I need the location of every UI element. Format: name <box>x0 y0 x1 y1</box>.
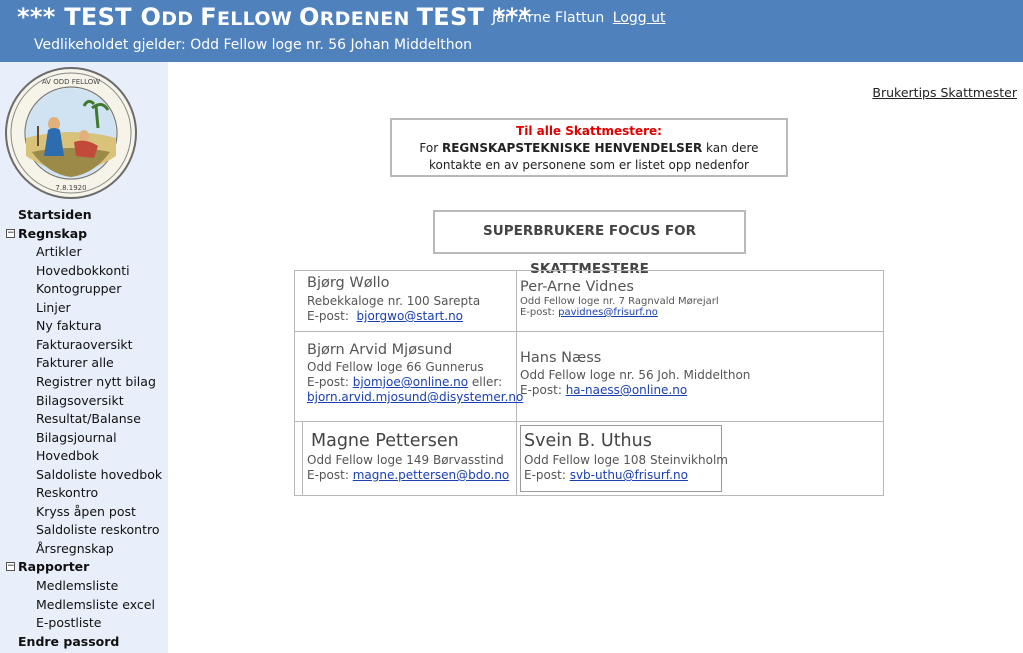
contact-name: Hans Næss <box>520 350 602 366</box>
sidebar-item-registrer-nytt-bilag[interactable]: Registrer nytt bilag <box>36 373 156 391</box>
sidebar-item-startsiden[interactable]: Startsiden <box>18 206 92 224</box>
contact-card: Bjørg Wøllo Rebekkaloge nr. 100 Sarepta … <box>295 275 516 323</box>
notice-text: For REGNSKAPSTEKNISKE HENVENDELSER kan d… <box>419 141 759 172</box>
sidebar-item-resultat-balanse[interactable]: Resultat/Balanse <box>36 410 141 428</box>
contact-email-link[interactable]: bjorgwo@start.no <box>357 309 464 323</box>
sidebar-item-label: Artikler <box>36 244 82 260</box>
app-title: *** TEST ODD FELLOW ORDENEN TEST *** <box>17 3 532 31</box>
svg-text:7.8.1920: 7.8.1920 <box>55 184 86 192</box>
sidebar-item-medlemsliste[interactable]: Medlemsliste <box>36 577 118 595</box>
contact-email-line: E-post: bjomjoe@online.no eller: <box>307 375 503 389</box>
sidebar-item-label: Resultat/Balanse <box>36 411 141 427</box>
contact-name: Bjørg Wøllo <box>307 275 390 291</box>
sidebar-item-label: Endre passord <box>18 633 120 649</box>
user-name: Jan Arne Flattun <box>492 10 605 26</box>
svg-text:AV ODD FELLOW: AV ODD FELLOW <box>42 78 100 86</box>
sidebar-item-fakturaoversikt[interactable]: Fakturaoversikt <box>36 336 133 354</box>
sidebar-item-kryss-åpen-post[interactable]: Kryss åpen post <box>36 503 136 521</box>
sidebar-item-artikler[interactable]: Artikler <box>36 243 82 261</box>
notice-title: Til alle Skattmestere: <box>516 124 662 138</box>
sidebar-item-hovedbok[interactable]: Hovedbok <box>36 447 99 465</box>
collapse-toggle-icon[interactable]: − <box>6 228 15 238</box>
sidebar-item-bilagsoversikt[interactable]: Bilagsoversikt <box>36 392 124 410</box>
sidebar-item-label: Fakturer alle <box>36 355 114 371</box>
sidebar: AV ODD FELLOW 7.8.1920 Startsiden − Regnsk… <box>0 62 168 653</box>
contact-card: Hans Næss Odd Fellow loge nr. 56 Joh. Mi… <box>517 350 883 397</box>
sidebar-item-linjer[interactable]: Linjer <box>36 299 71 317</box>
sidebar-item-label: Fakturaoversikt <box>36 336 133 352</box>
sidebar-item-label: Linjer <box>36 299 71 315</box>
contact-email-link[interactable]: bjomjoe@online.no <box>353 375 468 389</box>
app-header: *** TEST ODD FELLOW ORDENEN TEST *** Jan… <box>0 0 1023 62</box>
logout-link[interactable]: Logg ut <box>613 10 666 26</box>
sidebar-item-rapporter[interactable]: − Rapporter <box>6 558 90 576</box>
contact-org: Odd Fellow loge 108 Steinvikholm <box>524 453 728 467</box>
contact-org: Odd Fellow loge 66 Gunnerus <box>307 360 484 374</box>
contact-email-line: E-post: ha-naess@online.no <box>520 383 688 397</box>
sidebar-item-medlemsliste-excel[interactable]: Medlemsliste excel <box>36 596 155 614</box>
sidebar-item-reskontro[interactable]: Reskontro <box>36 484 98 502</box>
sidebar-item-label: Saldoliste hovedbok <box>36 466 163 482</box>
sidebar-item-label: Hovedbok <box>36 448 99 464</box>
sidebar-item-label: Medlemsliste <box>36 578 119 593</box>
sidebar-item-endre-passord[interactable]: Endre passord <box>18 633 119 651</box>
sidebar-item-fakturer-alle[interactable]: Fakturer alle <box>36 354 114 372</box>
sidebar-item-saldoliste-hovedbok[interactable]: Saldoliste hovedbok <box>36 466 162 484</box>
contact-org: Odd Fellow loge nr. 56 Joh. Middelthon <box>520 368 751 382</box>
maintenance-subtitle: Vedlikeholdet gjelder: Odd Fellow loge n… <box>34 37 473 53</box>
sidebar-item-label: Bilagsjournal <box>36 429 117 445</box>
sidebar-item-label: Rapporter <box>18 559 90 575</box>
contact-name: Svein B. Uthus <box>524 431 652 451</box>
contact-email-link[interactable]: ha-naess@online.no <box>566 383 688 397</box>
sidebar-item-saldoliste-reskontro[interactable]: Saldoliste reskontro <box>36 521 160 539</box>
contact-email-link-secondary[interactable]: bjorn.arvid.mjosund@disystemer.no <box>307 390 523 404</box>
sidebar-item-årsregnskap[interactable]: Årsregnskap <box>36 540 114 558</box>
contact-name: Per-Arne Vidnes <box>520 279 634 295</box>
contacts-table: Bjørg Wøllo Rebekkaloge nr. 100 Sarepta … <box>294 270 884 496</box>
main-content: Brukertips Skattmester Til alle Skattmes… <box>168 62 1023 653</box>
sidebar-item-label: Regnskap <box>18 225 88 241</box>
contact-email-line: E-post: pavidnes@frisurf.no <box>520 307 658 318</box>
sidebar-item-label: Bilagsoversikt <box>36 392 124 408</box>
notice-box: Til alle Skattmestere: For REGNSKAPSTEKN… <box>390 118 788 177</box>
sidebar-item-kontogrupper[interactable]: Kontogrupper <box>36 280 121 298</box>
contact-org: Odd Fellow loge 149 Børvasstind <box>307 453 504 467</box>
sidebar-item-hovedbokkonti[interactable]: Hovedbokkonti <box>36 262 130 280</box>
sidebar-item-regnskap[interactable]: − Regnskap <box>6 225 88 243</box>
sidebar-item-bilagsjournal[interactable]: Bilagsjournal <box>36 429 117 447</box>
sidebar-item-label: Kontogrupper <box>36 281 122 297</box>
sidebar-item-label: Reskontro <box>36 485 99 501</box>
sidebar-item-label: Hovedbokkonti <box>36 262 130 278</box>
contact-name: Bjørn Arvid Mjøsund <box>307 342 453 358</box>
contact-email-line: E-post: bjorgwo@start.no <box>307 309 464 323</box>
contact-org: Odd Fellow loge nr. 7 Ragnvald Mørejarl <box>520 296 719 307</box>
sidebar-item-label: Medlemsliste excel <box>36 596 155 612</box>
contact-email-link[interactable]: pavidnes@frisurf.no <box>558 307 658 318</box>
contact-email-link[interactable]: svb-uthu@frisurf.no <box>570 468 688 482</box>
contact-email-line: E-post: magne.pettersen@bdo.no <box>307 468 510 482</box>
lodge-logo: AV ODD FELLOW 7.8.1920 <box>4 66 138 200</box>
contact-org: Rebekkaloge nr. 100 Sarepta <box>307 294 481 308</box>
superuser-heading: SUPERBRUKERE FOCUS FOR SKATTMESTERE <box>433 210 746 277</box>
contact-card: Svein B. Uthus Odd Fellow loge 108 Stein… <box>521 431 728 482</box>
contact-email-link[interactable]: magne.pettersen@bdo.no <box>353 468 510 482</box>
user-area: Jan Arne Flattun Logg ut <box>492 10 665 26</box>
seal-icon: AV ODD FELLOW 7.8.1920 <box>5 67 137 199</box>
sidebar-item-label: Ny faktura <box>36 318 102 334</box>
sidebar-item-ny-faktura[interactable]: Ny faktura <box>36 317 102 335</box>
contact-email-line: E-post: svb-uthu@frisurf.no <box>524 468 688 482</box>
sidebar-item-label: Registrer nytt bilag <box>36 373 156 389</box>
sidebar-item-label: Startsiden <box>18 207 92 222</box>
sidebar-item-e-postliste[interactable]: E-postliste <box>36 614 101 632</box>
sidebar-item-label: Årsregnskap <box>36 540 114 556</box>
contact-card: Per-Arne Vidnes Odd Fellow loge nr. 7 Ra… <box>517 279 883 318</box>
contact-name: Magne Pettersen <box>311 431 459 451</box>
collapse-toggle-icon[interactable]: − <box>6 562 15 572</box>
sidebar-item-label: Kryss åpen post <box>36 503 136 519</box>
sidebar-item-label: E-postliste <box>36 615 102 631</box>
sidebar-item-label: Saldoliste reskontro <box>36 522 160 538</box>
help-link-skattmester[interactable]: Brukertips Skattmester <box>872 85 1017 100</box>
contact-card: Bjørn Arvid Mjøsund Odd Fellow loge 66 G… <box>295 342 523 404</box>
contact-card: Magne Pettersen Odd Fellow loge 149 Børv… <box>295 431 516 482</box>
